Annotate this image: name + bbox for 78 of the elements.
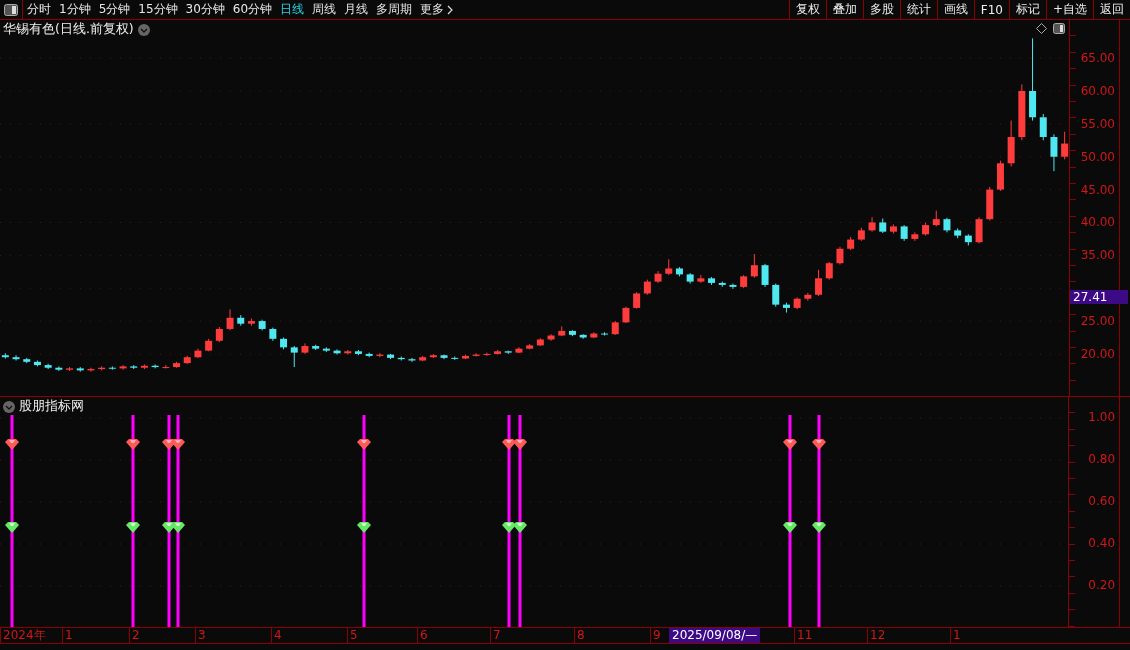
axis-label: 45.00 <box>1080 182 1115 197</box>
toolbar-button[interactable]: 标记 <box>1008 0 1046 19</box>
candlestick <box>601 331 609 337</box>
period-tab[interactable]: 周线 <box>308 0 341 19</box>
candlestick <box>868 216 876 233</box>
axis-label: 12 <box>867 628 886 643</box>
candlestick <box>290 345 298 368</box>
axis-label: 0.40 <box>1087 535 1116 552</box>
period-tab[interactable]: 15分钟 <box>134 0 182 19</box>
candlestick <box>162 364 170 369</box>
candlestick <box>1050 133 1058 172</box>
toolbar-button[interactable]: 叠加 <box>825 0 863 19</box>
candlestick <box>761 263 769 288</box>
axis-label: 0.80 <box>1087 451 1116 468</box>
toolbar-button[interactable]: 返回 <box>1093 0 1130 19</box>
toolbar-button[interactable]: 统计 <box>899 0 937 19</box>
axis-label: 1 <box>950 628 961 643</box>
more-button[interactable]: 更多 <box>416 0 458 19</box>
axis-label: 25.00 <box>1080 314 1115 329</box>
candlestick <box>804 292 812 302</box>
period-tab[interactable]: 30分钟 <box>181 0 229 19</box>
axis-label: 35.00 <box>1080 248 1115 263</box>
candlestick <box>729 283 737 290</box>
axis-label: 2 <box>129 628 140 643</box>
candlestick <box>815 269 823 297</box>
last-price-label: 27.41 <box>1070 290 1129 304</box>
candlestick <box>483 352 491 357</box>
axis-label: 2024年 <box>0 628 46 643</box>
chart-title: 华锡有色(日线.前复权) <box>3 21 134 38</box>
dropdown-icon[interactable] <box>3 400 15 413</box>
axis-label: 65.00 <box>1080 51 1115 66</box>
period-tab[interactable]: 60分钟 <box>228 0 277 19</box>
chevron-icon <box>447 4 454 15</box>
axis-label: 9 <box>650 628 661 643</box>
axis-label: 20.00 <box>1080 346 1115 361</box>
candlestick <box>226 308 234 331</box>
diamond-icon[interactable] <box>1036 23 1048 34</box>
period-tab[interactable]: 分时 <box>23 0 55 19</box>
candlestick <box>772 283 780 308</box>
candlestick <box>12 354 20 361</box>
axis-label: 3 <box>195 628 206 643</box>
toolbar-button[interactable]: 画线 <box>936 0 974 19</box>
axis-label: 60.00 <box>1080 84 1115 98</box>
axis-label: 6 <box>417 628 428 643</box>
panel-toggle-icon[interactable] <box>1053 23 1066 34</box>
candlestick <box>108 365 116 371</box>
candlestick <box>750 253 758 279</box>
toolbar-button[interactable]: 复权 <box>788 0 826 19</box>
axis-label: 0.20 <box>1087 577 1116 594</box>
candlestick <box>408 357 416 363</box>
candlestick <box>119 364 127 371</box>
axis-label: 11 <box>794 628 813 643</box>
period-tab[interactable]: 日线 <box>276 0 309 19</box>
period-tab[interactable]: 5分钟 <box>94 0 135 19</box>
candlestick <box>55 365 63 372</box>
axis-label: 4 <box>271 628 282 643</box>
axis-label: 5 <box>347 628 358 643</box>
period-tab[interactable]: 月线 <box>340 0 373 19</box>
period-tab[interactable]: 1分钟 <box>55 0 95 19</box>
axis-label: 40.00 <box>1080 215 1115 230</box>
toolbar-button[interactable]: F10 <box>973 0 1009 19</box>
period-tab[interactable]: 多周期 <box>372 0 417 19</box>
cursor-date-label: 2025/09/08/— <box>669 628 761 643</box>
candlestick <box>975 216 983 244</box>
candlestick <box>1061 131 1069 160</box>
dropdown-icon[interactable] <box>137 23 150 36</box>
candlestick <box>1039 113 1047 141</box>
axis-label: 50.00 <box>1080 149 1115 164</box>
axis-label: 1 <box>62 628 73 643</box>
indicator-title: 股朋指标网 <box>19 398 84 415</box>
candlestick <box>697 274 705 284</box>
toolbar-button[interactable]: 多股 <box>862 0 900 19</box>
toolbar-button[interactable]: +自选 <box>1045 0 1093 19</box>
axis-label: 1.00 <box>1087 409 1116 426</box>
axis-label: 0.60 <box>1087 493 1116 510</box>
axis-label: 8 <box>574 628 585 643</box>
axis-label: 55.00 <box>1080 116 1115 131</box>
axis-label: 7 <box>490 628 501 643</box>
